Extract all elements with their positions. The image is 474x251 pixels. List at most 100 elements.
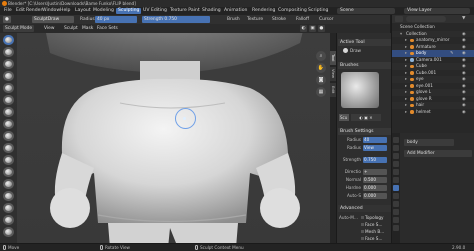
grab-tool[interactable] [3, 203, 14, 213]
shading-solid-icon[interactable]: ● [318, 25, 325, 32]
draw-brush-tool[interactable] [3, 35, 14, 45]
tool-settings-header: ● SculptDraw Radius 40 px Strength 0.750… [0, 15, 390, 24]
strength-field[interactable]: Strength 0.750 [142, 16, 210, 23]
object-name-field[interactable]: body [404, 139, 454, 146]
data-props-icon[interactable] [393, 217, 399, 223]
eye-icon[interactable]: ◉ [462, 109, 466, 116]
tab-shading[interactable]: Shading [200, 8, 223, 14]
tab-texture-paint[interactable]: Texture Paint [168, 8, 202, 14]
smooth-tool[interactable] [3, 143, 14, 153]
tab-scripting[interactable]: Scripting [306, 8, 330, 14]
cursor-menu[interactable]: Cursor [319, 16, 333, 23]
output-props-icon[interactable] [393, 153, 399, 159]
mode-selector[interactable]: Sculpt Mode [3, 25, 35, 32]
constraints-props-icon[interactable] [393, 209, 399, 215]
object-props-icon[interactable] [393, 177, 399, 183]
tab-animation[interactable]: Animation [222, 8, 249, 14]
radius-row-label: Radius [346, 137, 361, 142]
flatten-tool[interactable] [3, 155, 14, 165]
crease-tool[interactable] [3, 131, 14, 141]
brush-menu[interactable]: Brush [227, 16, 240, 23]
modifier-props-icon[interactable] [393, 185, 399, 191]
autosmooth-field[interactable]: 0.000 [363, 193, 387, 199]
automasking-face-sets-boundary[interactable]: Face S... [361, 236, 382, 242]
title-bar: Blender* [C:\Users\Justin\Downloads\Bame… [0, 0, 474, 7]
hardness-field[interactable]: 0.000 [363, 185, 387, 191]
pan-hand-icon[interactable]: ✋ [316, 63, 326, 73]
object-icon [410, 51, 414, 55]
clay-tool[interactable] [3, 59, 14, 69]
grid-view-icon[interactable]: ▦ [316, 87, 326, 97]
outliner-search-input[interactable] [406, 16, 446, 22]
tab-uv-editing[interactable]: UV Editing [141, 8, 169, 14]
scene-selector[interactable]: Scene [337, 8, 395, 14]
stroke-menu[interactable]: Stroke [272, 16, 286, 23]
radius-row-field[interactable]: 40 [363, 137, 387, 143]
clay-strips-tool[interactable] [3, 71, 14, 81]
tab-modeling[interactable]: Modeling [91, 8, 116, 14]
add-modifier-button[interactable]: Add Modifier [404, 150, 472, 157]
scene-props-icon[interactable] [393, 161, 399, 167]
blob-tool[interactable] [3, 119, 14, 129]
camera-view-icon[interactable]: ◙ [316, 75, 326, 85]
material-props-icon[interactable] [393, 225, 399, 231]
brush-name-field[interactable]: SculptDraw [32, 16, 74, 23]
particles-props-icon[interactable] [393, 193, 399, 199]
snake-hook-tool[interactable] [3, 215, 14, 225]
inflate-tool[interactable] [3, 107, 14, 117]
mouse-left-icon [3, 245, 6, 250]
radius-unit-toggle[interactable]: View [363, 145, 387, 151]
tab-layout[interactable]: Layout [73, 8, 93, 14]
menu-file[interactable]: File [2, 8, 14, 14]
brush-preview-thumbnail[interactable] [341, 72, 379, 108]
menu-mask[interactable]: Mask [80, 25, 95, 32]
strength-row-field[interactable]: 0.750 [363, 157, 387, 163]
editor-type-icon[interactable] [395, 16, 403, 22]
checkbox-icon [361, 237, 364, 240]
tab-compositing[interactable]: Compositing [276, 8, 309, 14]
xray-icon[interactable]: ▣ [309, 25, 316, 32]
automasking-topology[interactable]: Topology [361, 215, 384, 221]
automasking-mesh-boundary-row: Mesh B... [339, 229, 391, 235]
menu-sculpt[interactable]: Sculpt [62, 25, 80, 32]
brush-icon[interactable]: ● [3, 16, 11, 23]
brush-settings-header[interactable]: Brush Settings [338, 128, 391, 135]
draw-sharp-tool[interactable] [3, 47, 14, 57]
menu-view[interactable]: View [42, 25, 56, 32]
normal-radius-field[interactable]: 0.500 [363, 177, 387, 183]
tool-props-icon[interactable] [393, 137, 399, 143]
filter-icon[interactable]: ▼ [462, 16, 465, 21]
menu-help[interactable]: Help [58, 8, 72, 14]
automasking-mesh-boundary[interactable]: Mesh B... [361, 229, 384, 235]
menu-face-sets[interactable]: Face Sets [95, 25, 120, 32]
texture-menu[interactable]: Texture [247, 16, 263, 23]
automasking-face-sets[interactable]: Face S... [361, 222, 382, 228]
mouse-middle-icon [100, 245, 103, 250]
overlay-icon[interactable]: ◐ [300, 25, 307, 32]
brushes-header[interactable]: Brushes [338, 62, 391, 69]
brush-datablock-field[interactable]: Scu [339, 114, 349, 121]
falloff-menu[interactable]: Falloff [296, 16, 309, 23]
world-props-icon[interactable] [393, 169, 399, 175]
tab-rendering[interactable]: Rendering [250, 8, 277, 14]
view-layer-selector[interactable]: View Layer [404, 8, 470, 14]
physics-props-icon[interactable] [393, 201, 399, 207]
pinch-tool[interactable] [3, 191, 14, 201]
zoom-icon[interactable]: ⌕ [316, 51, 326, 61]
layer-tool[interactable] [3, 95, 14, 105]
direction-toggle[interactable]: + [363, 169, 387, 175]
3d-viewport[interactable]: ⌕ ✋ ◙ ▦ [0, 33, 330, 243]
brush-datablock-buttons[interactable]: ◐ ▣ ✕ [351, 114, 381, 121]
scrape-tool[interactable] [3, 179, 14, 189]
status-bar: Move Rotate View Sculpt Context Menu 2.9… [0, 243, 474, 251]
active-tool-header[interactable]: Active Tool [338, 39, 391, 46]
advanced-header[interactable]: Advanced [338, 205, 391, 212]
tab-sculpting[interactable]: Sculpting [116, 8, 142, 14]
mask-tool[interactable] [3, 227, 14, 237]
outliner-row-helmet[interactable]: ▸ helmet ◉ [392, 109, 474, 116]
render-props-icon[interactable] [393, 145, 399, 151]
radius-field[interactable]: 40 px [95, 16, 137, 23]
fill-tool[interactable] [3, 167, 14, 177]
hardness-row-label: Hardne [345, 185, 361, 190]
clay-thumb-tool[interactable] [3, 83, 14, 93]
